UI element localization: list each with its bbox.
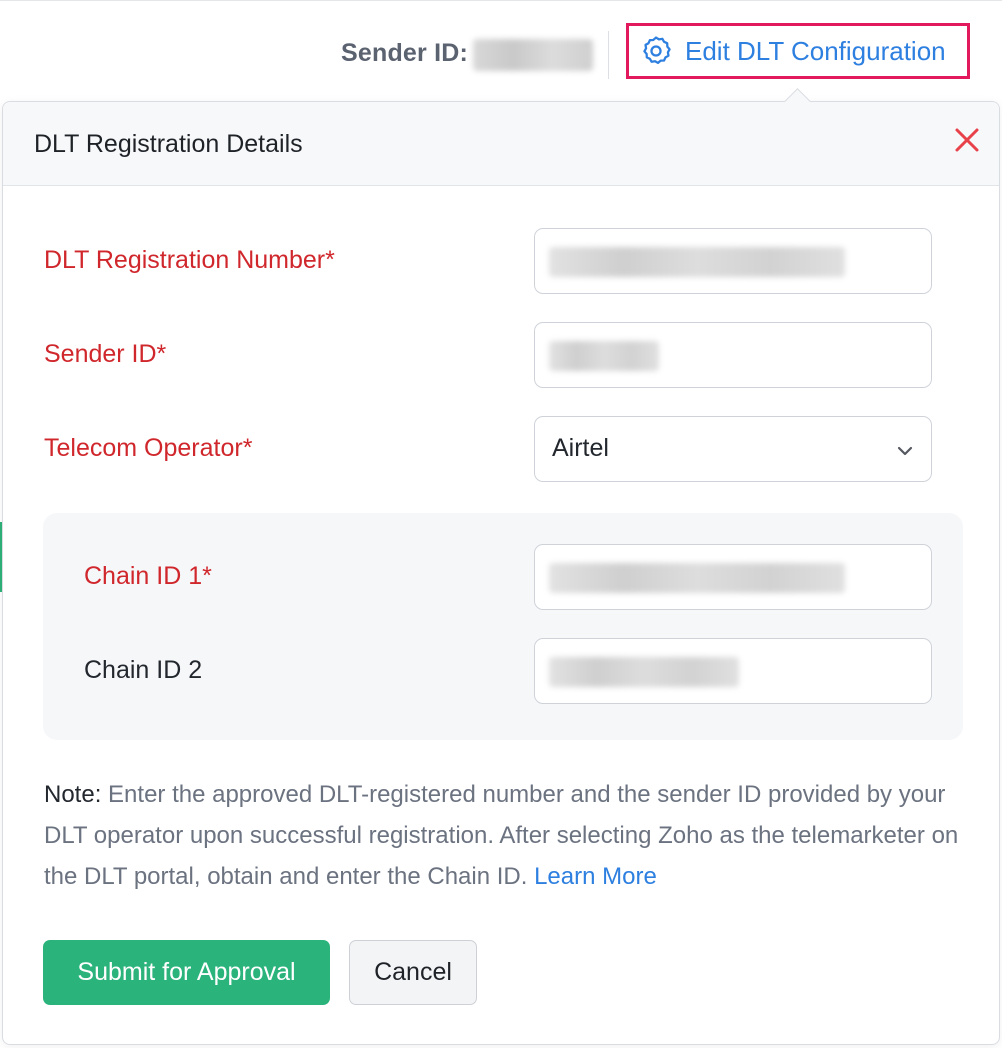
divider [608,31,609,79]
sender-id-field-label: Sender ID* [44,340,167,368]
chain-id-2-value-redacted [549,657,739,687]
chain-id-2-input[interactable] [534,638,932,704]
dialog-title: DLT Registration Details [34,130,303,158]
sender-id-input[interactable] [534,322,932,388]
cancel-button[interactable]: Cancel [349,940,477,1005]
sender-id-value-redacted [473,39,593,71]
chain-id-1-input[interactable] [534,544,932,610]
dialog-header: DLT Registration Details [3,102,999,186]
learn-more-link[interactable]: Learn More [534,863,657,890]
edit-dlt-configuration-button[interactable]: Edit DLT Configuration [626,23,970,79]
telecom-operator-select[interactable]: Airtel [534,416,932,482]
close-icon[interactable] [951,124,983,156]
top-bar: Sender ID: Edit DLT Configuration [0,0,1002,101]
note-body: Enter the approved DLT-registered number… [44,781,959,890]
registration-number-input[interactable] [534,228,932,294]
sender-id-label: Sender ID: [341,39,469,67]
chain-id-1-label: Chain ID 1* [84,562,212,590]
chain-id-1-value-redacted [549,563,845,593]
telecom-operator-value: Airtel [552,434,609,462]
gear-icon [639,34,673,68]
registration-number-value-redacted [549,247,845,277]
edit-dlt-configuration-label: Edit DLT Configuration [685,35,946,66]
dlt-registration-dialog: DLT Registration Details DLT Registratio… [2,101,1000,1045]
chain-id-2-label: Chain ID 2 [84,656,203,684]
note-text: Note: Enter the approved DLT-registered … [44,774,964,897]
sender-id-input-value-redacted [549,341,659,371]
registration-number-label: DLT Registration Number* [44,246,335,274]
note-heading: Note: [44,781,102,808]
submit-for-approval-button[interactable]: Submit for Approval [43,940,330,1005]
telecom-operator-label: Telecom Operator* [44,434,253,462]
chevron-down-icon [897,443,913,459]
